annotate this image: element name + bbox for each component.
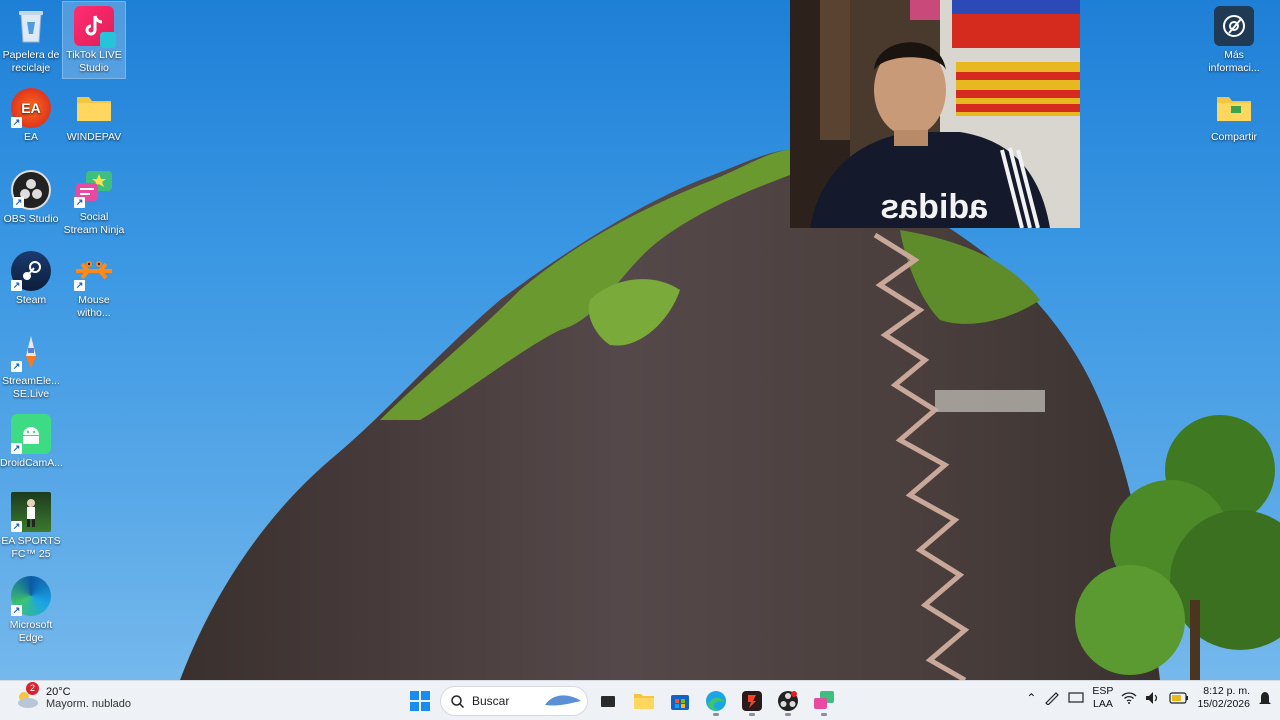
store-button[interactable] (664, 685, 696, 717)
desktop-icon-obs[interactable]: ↗ OBS Studio (0, 170, 62, 226)
weather-desc: Mayorm. nublado (46, 698, 131, 710)
weather-cloud-icon: 2 (14, 682, 40, 711)
shirt-text: adidas (880, 188, 988, 226)
system-tray: ⌃ ESP LAA 8:12 p. m. 15/02/2026 (1026, 685, 1272, 711)
desktop-icon-label: Más informaci... (1208, 49, 1260, 74)
social-stream-icon: ↗ (74, 168, 114, 208)
weather-temp: 20°C (46, 686, 71, 698)
recycle-bin-icon (11, 6, 51, 46)
desktop-icon-recycle-bin[interactable]: Papelera de reciclaje (0, 6, 62, 75)
app-red-icon (742, 691, 762, 711)
desktop-icon-windepav[interactable]: WINDEPAV (63, 88, 125, 144)
lang-top: ESP (1092, 685, 1114, 697)
wifi-icon[interactable] (1121, 691, 1137, 705)
file-explorer-button[interactable] (628, 685, 660, 717)
desktop-icon-ea[interactable]: EA ↗ EA (0, 88, 62, 144)
shortcut-arrow-icon: ↗ (11, 443, 22, 454)
desktop-icon-streamelements[interactable]: ↗ StreamEle... SE.Live (0, 332, 62, 401)
search-highlight-icon (545, 695, 581, 706)
desktop-icon-more-info[interactable]: Más informaci... (1203, 6, 1265, 75)
desktop-icon-label: WINDEPAV (66, 131, 122, 143)
desktop-icon-label: StreamEle... SE.Live (2, 375, 60, 400)
desktop-icon-edge[interactable]: ↗ Microsoft Edge (0, 576, 62, 645)
desktop-icon-social-stream[interactable]: ↗ Social Stream Ninja (63, 168, 125, 237)
desktop-icon-label: Compartir (1210, 131, 1258, 143)
folder-icon (74, 88, 114, 128)
volume-icon[interactable] (1145, 691, 1161, 705)
info-camera-icon (1214, 6, 1254, 46)
streamelements-icon: ↗ (11, 332, 51, 372)
task-view-icon (601, 696, 615, 707)
weather-badge: 2 (26, 682, 39, 695)
clock-date: 15/02/2026 (1197, 698, 1250, 710)
start-icon (410, 691, 430, 711)
edge-icon: ↗ (11, 576, 51, 616)
desktop-icon-label: EA SPORTS FC™ 25 (1, 535, 61, 560)
obs-icon: ↗ (11, 170, 51, 210)
desktop-icon-label: Social Stream Ninja (63, 211, 125, 236)
clock-time: 8:12 p. m. (1203, 685, 1250, 697)
desktop-icon-label: Mouse witho... (77, 294, 111, 319)
steam-icon: ↗ (11, 251, 51, 291)
app-red-button[interactable] (736, 685, 768, 717)
desktop-icon-label: OBS Studio (3, 213, 59, 225)
shared-folder-icon (1214, 88, 1254, 128)
task-view-button[interactable] (592, 685, 624, 717)
shortcut-arrow-icon: ↗ (74, 280, 85, 291)
social-stream-taskbar-button[interactable] (808, 685, 840, 717)
desktop-icon-mouse-without-borders[interactable]: ↗ Mouse witho... (63, 251, 125, 320)
desktop-icon-tiktok-live[interactable]: TikTok LIVE Studio (62, 1, 126, 79)
webcam-overlay: adidas (790, 0, 1080, 228)
shortcut-arrow-icon: ↗ (11, 280, 22, 291)
desktop-icon-droidcam[interactable]: ↗ DroidCamA... (0, 414, 64, 470)
desktop-icon-label: EA (23, 131, 38, 143)
file-explorer-icon (634, 694, 654, 709)
display-icon[interactable] (1068, 691, 1085, 705)
weather-widget[interactable]: 2 20°C Mayorm. nublado (14, 682, 131, 711)
battery-icon[interactable] (1169, 692, 1189, 704)
shortcut-arrow-icon: ↗ (11, 361, 22, 372)
shortcut-arrow-icon: ↗ (11, 605, 22, 616)
tiktok-live-icon (74, 6, 116, 48)
social-stream-icon (814, 691, 834, 709)
taskbar: 2 20°C Mayorm. nublado Buscar ⌃ ESP LAA … (0, 680, 1280, 720)
mouse-without-borders-icon: ↗ (74, 251, 114, 291)
language-indicator[interactable]: ESP LAA (1092, 685, 1113, 711)
desktop-icon-label: DroidCamA... (0, 457, 64, 469)
clock[interactable]: 8:12 p. m. 15/02/2026 (1197, 685, 1250, 711)
droidcam-icon: ↗ (11, 414, 51, 454)
desktop-icon-steam[interactable]: ↗ Steam (0, 251, 62, 307)
desktop-wallpaper (0, 0, 1280, 680)
desktop-icon-label: TikTok LIVE Studio (66, 49, 122, 74)
taskbar-search[interactable]: Buscar (440, 686, 588, 716)
notification-bell-icon[interactable] (1258, 690, 1272, 706)
shortcut-arrow-icon: ↗ (11, 521, 22, 532)
search-label: Buscar (472, 694, 510, 708)
taskbar-center: Buscar (404, 685, 840, 717)
desktop-icon-label: Steam (15, 294, 47, 306)
obs-taskbar-button[interactable] (772, 685, 804, 717)
search-icon (451, 694, 464, 708)
shortcut-arrow-icon: ↗ (13, 197, 24, 208)
desktop-icon-share[interactable]: Compartir (1203, 88, 1265, 144)
ea-icon: EA ↗ (11, 88, 51, 128)
store-icon (671, 695, 689, 710)
shortcut-arrow-icon: ↗ (74, 197, 85, 208)
edge-icon (706, 691, 726, 711)
obs-icon (778, 691, 798, 711)
chevron-up-icon[interactable]: ⌃ (1026, 691, 1036, 705)
desktop-icon-label: Papelera de reciclaje (2, 49, 60, 74)
pen-icon[interactable] (1044, 691, 1060, 705)
lang-bottom: LAA (1093, 698, 1113, 710)
shortcut-arrow-icon: ↗ (11, 117, 22, 128)
desktop-icon-ea-fc[interactable]: ↗ EA SPORTS FC™ 25 (0, 492, 62, 561)
edge-taskbar-button[interactable] (700, 685, 732, 717)
desktop-icon-label: Microsoft Edge (9, 619, 53, 644)
start-button[interactable] (404, 685, 436, 717)
ea-fc-icon: ↗ (11, 492, 51, 532)
